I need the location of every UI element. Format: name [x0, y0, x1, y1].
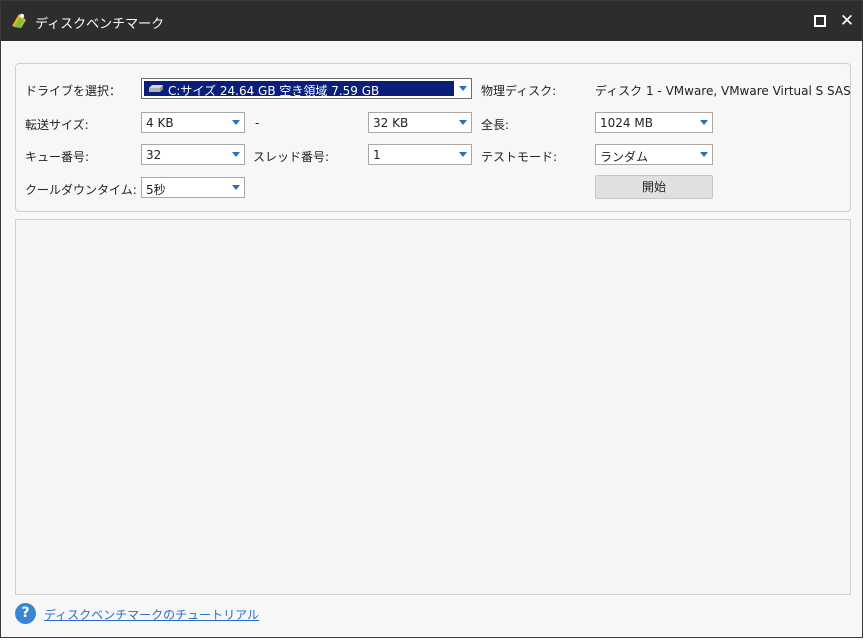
chevron-down-icon: [455, 145, 471, 164]
window-title: ディスクベンチマーク: [35, 17, 165, 32]
close-button[interactable]: ✕: [835, 9, 859, 33]
thread-number-dropdown[interactable]: 1: [368, 144, 472, 165]
chevron-down-icon: [228, 145, 244, 164]
chevron-down-icon: [228, 178, 244, 197]
maximize-icon: [814, 15, 826, 27]
transfer-size-max-value: 32 KB: [373, 116, 409, 130]
queue-number-label: キュー番号:: [25, 150, 90, 164]
drive-selected-value: C:サイズ 24.64 GB 空き領域 7.59 GB: [144, 81, 454, 98]
total-length-value: 1024 MB: [600, 116, 653, 130]
chevron-down-icon: [696, 145, 712, 164]
drive-select-value: C:サイズ 24.64 GB 空き領域 7.59 GB: [168, 84, 380, 98]
cooldown-time-label: クールダウンタイム:: [25, 183, 137, 197]
drive-select-label: ドライブを選択：: [25, 84, 122, 98]
queue-number-value: 32: [146, 148, 162, 162]
physical-disk-label: 物理ディスク:: [481, 84, 557, 98]
disk-benchmark-window: ディスクベンチマーク ✕ ドライブを選択： C:サイズ 24.64 GB 空き領…: [0, 0, 863, 638]
benchmark-results-area: [15, 219, 851, 595]
chevron-down-icon: [696, 113, 712, 132]
drive-select-dropdown[interactable]: C:サイズ 24.64 GB 空き領域 7.59 GB: [141, 78, 472, 99]
transfer-size-min-value: 4 KB: [146, 116, 174, 130]
close-icon: ✕: [839, 11, 855, 31]
total-length-label: 全長:: [481, 118, 510, 132]
thread-number-value: 1: [373, 148, 381, 162]
tutorial-link[interactable]: ディスクベンチマークのチュートリアル: [44, 606, 259, 623]
transfer-size-min-dropdown[interactable]: 4 KB: [141, 112, 245, 133]
thread-number-label: スレッド番号:: [253, 150, 330, 164]
test-mode-label: テストモード:: [481, 150, 558, 164]
transfer-size-max-dropdown[interactable]: 32 KB: [368, 112, 472, 133]
chevron-down-icon: [228, 113, 244, 132]
total-length-dropdown[interactable]: 1024 MB: [595, 112, 713, 133]
test-mode-dropdown[interactable]: ランダム: [595, 144, 713, 165]
title-bar: ディスクベンチマーク ✕: [1, 1, 862, 41]
maximize-button[interactable]: [808, 9, 832, 33]
start-button[interactable]: 開始: [595, 175, 713, 199]
app-logo-icon: [12, 13, 26, 28]
transfer-size-label: 転送サイズ:: [25, 118, 89, 132]
cooldown-time-dropdown[interactable]: 5秒: [141, 177, 245, 198]
transfer-size-separator: -: [255, 116, 260, 130]
chevron-down-icon: [455, 113, 471, 132]
physical-disk-value: ディスク 1 - VMware, VMware Virtual S SAS: [595, 84, 851, 98]
disk-drive-icon: [149, 85, 163, 92]
test-mode-value: ランダム: [600, 150, 649, 164]
cooldown-time-value: 5秒: [146, 183, 166, 197]
chevron-down-icon: [455, 79, 471, 98]
help-icon[interactable]: ?: [15, 603, 36, 624]
queue-number-dropdown[interactable]: 32: [141, 144, 245, 165]
